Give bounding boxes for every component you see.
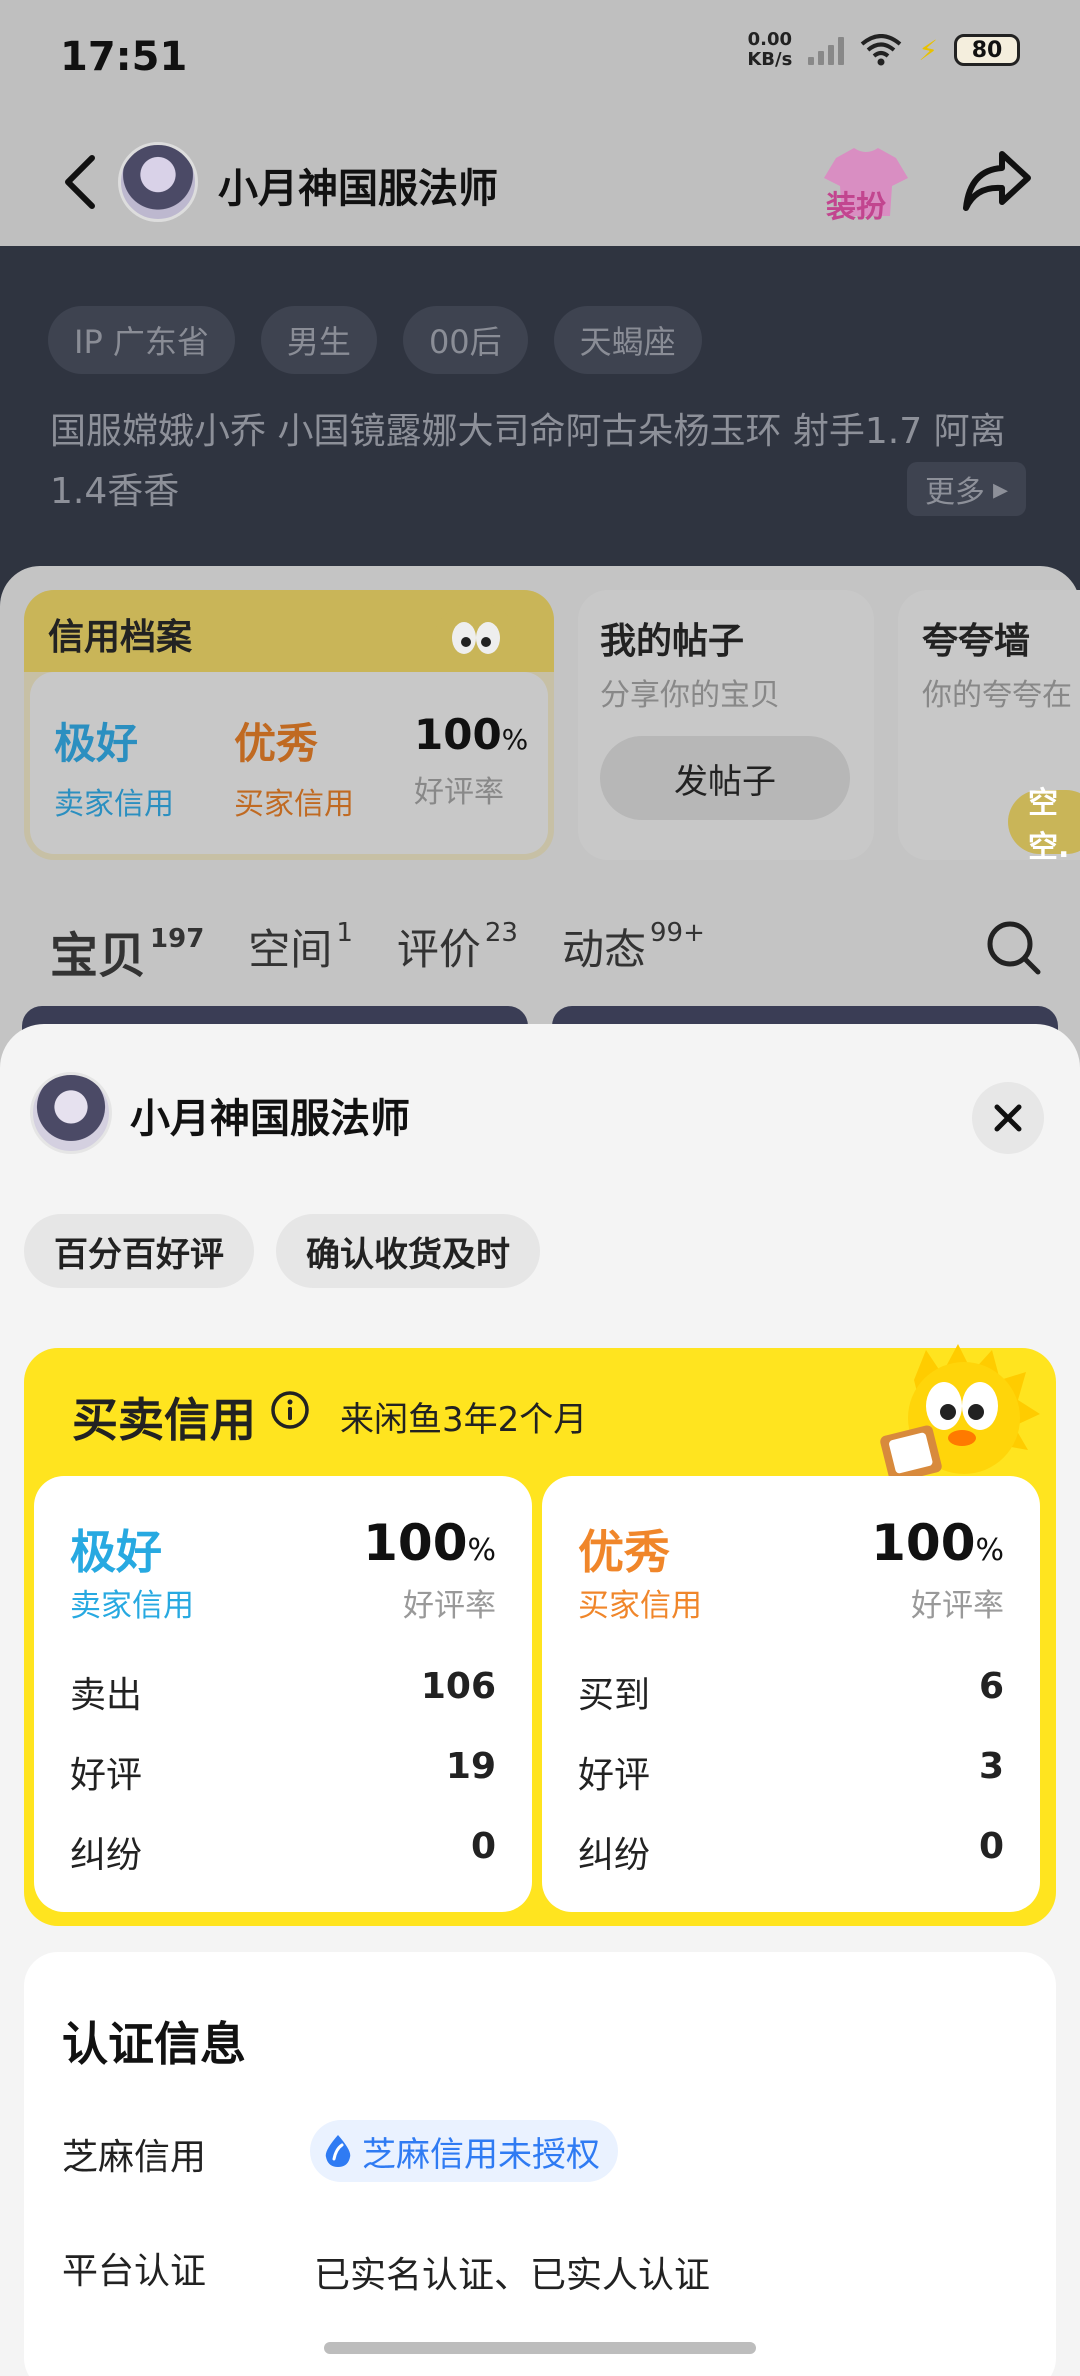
profile-bio: 国服嫦娥小乔 小国镜露娜大司命阿古朵杨玉环 射手1.7 阿离 1.4香香 xyxy=(50,411,1006,512)
praise-wall-card[interactable]: 夸夸墙 你的夸夸在 空空. xyxy=(898,590,1080,860)
credit-detail-sheet: 小月神国服法师 百分百好评 确认收货及时 买卖信用 来闲鱼3年2个月 极好 卖家… xyxy=(0,1024,1080,2376)
seller-stat-sold: 卖出 106 xyxy=(70,1666,496,1716)
nav-title: 小月神国服法师 xyxy=(218,166,498,212)
tag-ip: IP 广东省 xyxy=(48,306,235,374)
profile-header: IP 广东省 男生 00后 天蝎座 国服嫦娥小乔 小国镜露娜大司命阿古朵杨玉环 … xyxy=(0,246,1080,576)
zhima-drop-icon xyxy=(325,2135,351,2167)
platform-label: 平台认证 xyxy=(62,2251,207,2292)
wifi-icon xyxy=(861,34,902,66)
buyer-stat-positive: 好评 3 xyxy=(578,1746,1004,1796)
tab-space[interactable]: 空间 1 xyxy=(248,916,353,977)
highlight-chips: 百分百好评 确认收货及时 xyxy=(24,1214,540,1288)
profile-tags: IP 广东省 男生 00后 天蝎座 xyxy=(48,306,702,374)
close-icon xyxy=(994,1104,1022,1132)
trade-credit-panel: 买卖信用 来闲鱼3年2个月 极好 卖家信用 100% 好评率 卖出 106 好评 1… xyxy=(24,1344,1056,1926)
seller-stat-dispute: 纠纷 0 xyxy=(70,1826,496,1876)
info-icon[interactable] xyxy=(270,1390,310,1430)
buyer-positive-rate: 100% xyxy=(871,1514,1004,1572)
seller-credit-box: 极好 卖家信用 100% 好评率 卖出 106 好评 19 纠纷 0 xyxy=(34,1476,532,1912)
nav-bar: 小月神国服法师 装扮 xyxy=(0,120,1080,246)
my-posts-card[interactable]: 我的帖子 分享你的宝贝 发帖子 xyxy=(578,590,874,860)
verification-title: 认证信息 xyxy=(62,2017,246,2071)
buyer-rate-label: 好评率 xyxy=(911,1588,1004,1624)
net-speed: 0.00 KB/s xyxy=(747,29,793,70)
profile-page: 17:51 0.00 KB/s ⚡ 80 小月神国服法师 装扮 IP 广东省 男… xyxy=(0,0,1080,1126)
seller-grade-label: 卖家信用 xyxy=(70,1588,194,1624)
signal-icon xyxy=(808,35,845,65)
more-button[interactable]: 更多 ▸ xyxy=(906,462,1026,516)
buyer-grade: 优秀 xyxy=(578,1525,670,1579)
tab-items[interactable]: 宝贝 197 xyxy=(50,916,204,986)
sheet-user-name: 小月神国服法师 xyxy=(130,1096,410,1142)
caret-right-icon: ▸ xyxy=(992,471,1008,507)
buyer-stat-bought: 买到 6 xyxy=(578,1666,1004,1716)
platform-value: 已实名认证、已实人认证 xyxy=(314,2255,711,2296)
trade-credit-title: 买卖信用 xyxy=(72,1393,256,1447)
avatar[interactable] xyxy=(118,142,198,222)
close-button[interactable] xyxy=(972,1082,1044,1154)
zhima-status-pill[interactable]: 芝麻信用未授权 xyxy=(310,2120,618,2182)
mascot-icon xyxy=(880,1344,1040,1480)
buyer-grade-label: 买家信用 xyxy=(578,1588,702,1624)
status-time: 17:51 xyxy=(60,34,188,80)
tag-gender: 男生 xyxy=(260,306,377,374)
battery-icon: 80 xyxy=(954,34,1020,66)
tab-activity[interactable]: 动态 99+ xyxy=(562,916,705,977)
search-icon[interactable] xyxy=(984,918,1044,978)
credit-profile-card[interactable]: 信用档案 极好 卖家信用 优秀 买家信用 100% 好评率 xyxy=(24,590,554,860)
share-icon[interactable] xyxy=(962,148,1032,214)
status-bar: 17:51 0.00 KB/s ⚡ 80 xyxy=(0,0,1080,120)
seller-stat-positive: 好评 19 xyxy=(70,1746,496,1796)
verification-card: 认证信息 芝麻信用 芝麻信用未授权 平台认证 已实名认证、已实人认证 xyxy=(24,1952,1056,2376)
member-duration: 来闲鱼3年2个月 xyxy=(340,1400,588,1440)
status-icons: 0.00 KB/s ⚡ 80 xyxy=(747,30,1020,70)
dress-up-label[interactable]: 装扮 xyxy=(826,182,886,226)
chip-full-positive: 百分百好评 xyxy=(24,1214,254,1288)
avatar xyxy=(30,1072,112,1154)
back-icon[interactable] xyxy=(60,152,100,212)
tab-reviews[interactable]: 评价 23 xyxy=(397,916,518,977)
praise-bubble: 空空. xyxy=(1008,786,1080,860)
new-post-button[interactable]: 发帖子 xyxy=(600,736,850,820)
seller-grade: 极好 xyxy=(70,1525,162,1579)
home-indicator[interactable] xyxy=(324,2342,756,2354)
charging-icon: ⚡ xyxy=(918,33,938,67)
seller-rate-label: 好评率 xyxy=(403,1588,496,1624)
seller-positive-rate: 100% xyxy=(363,1514,496,1572)
buyer-stat-dispute: 纠纷 0 xyxy=(578,1826,1004,1876)
zhima-label: 芝麻信用 xyxy=(62,2137,207,2178)
tag-zodiac: 天蝎座 xyxy=(553,306,702,374)
chip-timely-confirm: 确认收货及时 xyxy=(276,1214,540,1288)
buyer-credit-box: 优秀 买家信用 100% 好评率 买到 6 好评 3 纠纷 0 xyxy=(542,1476,1040,1912)
profile-tabs: 宝贝 197 空间 1 评价 23 动态 99+ xyxy=(50,916,705,986)
tag-age: 00后 xyxy=(402,306,528,374)
